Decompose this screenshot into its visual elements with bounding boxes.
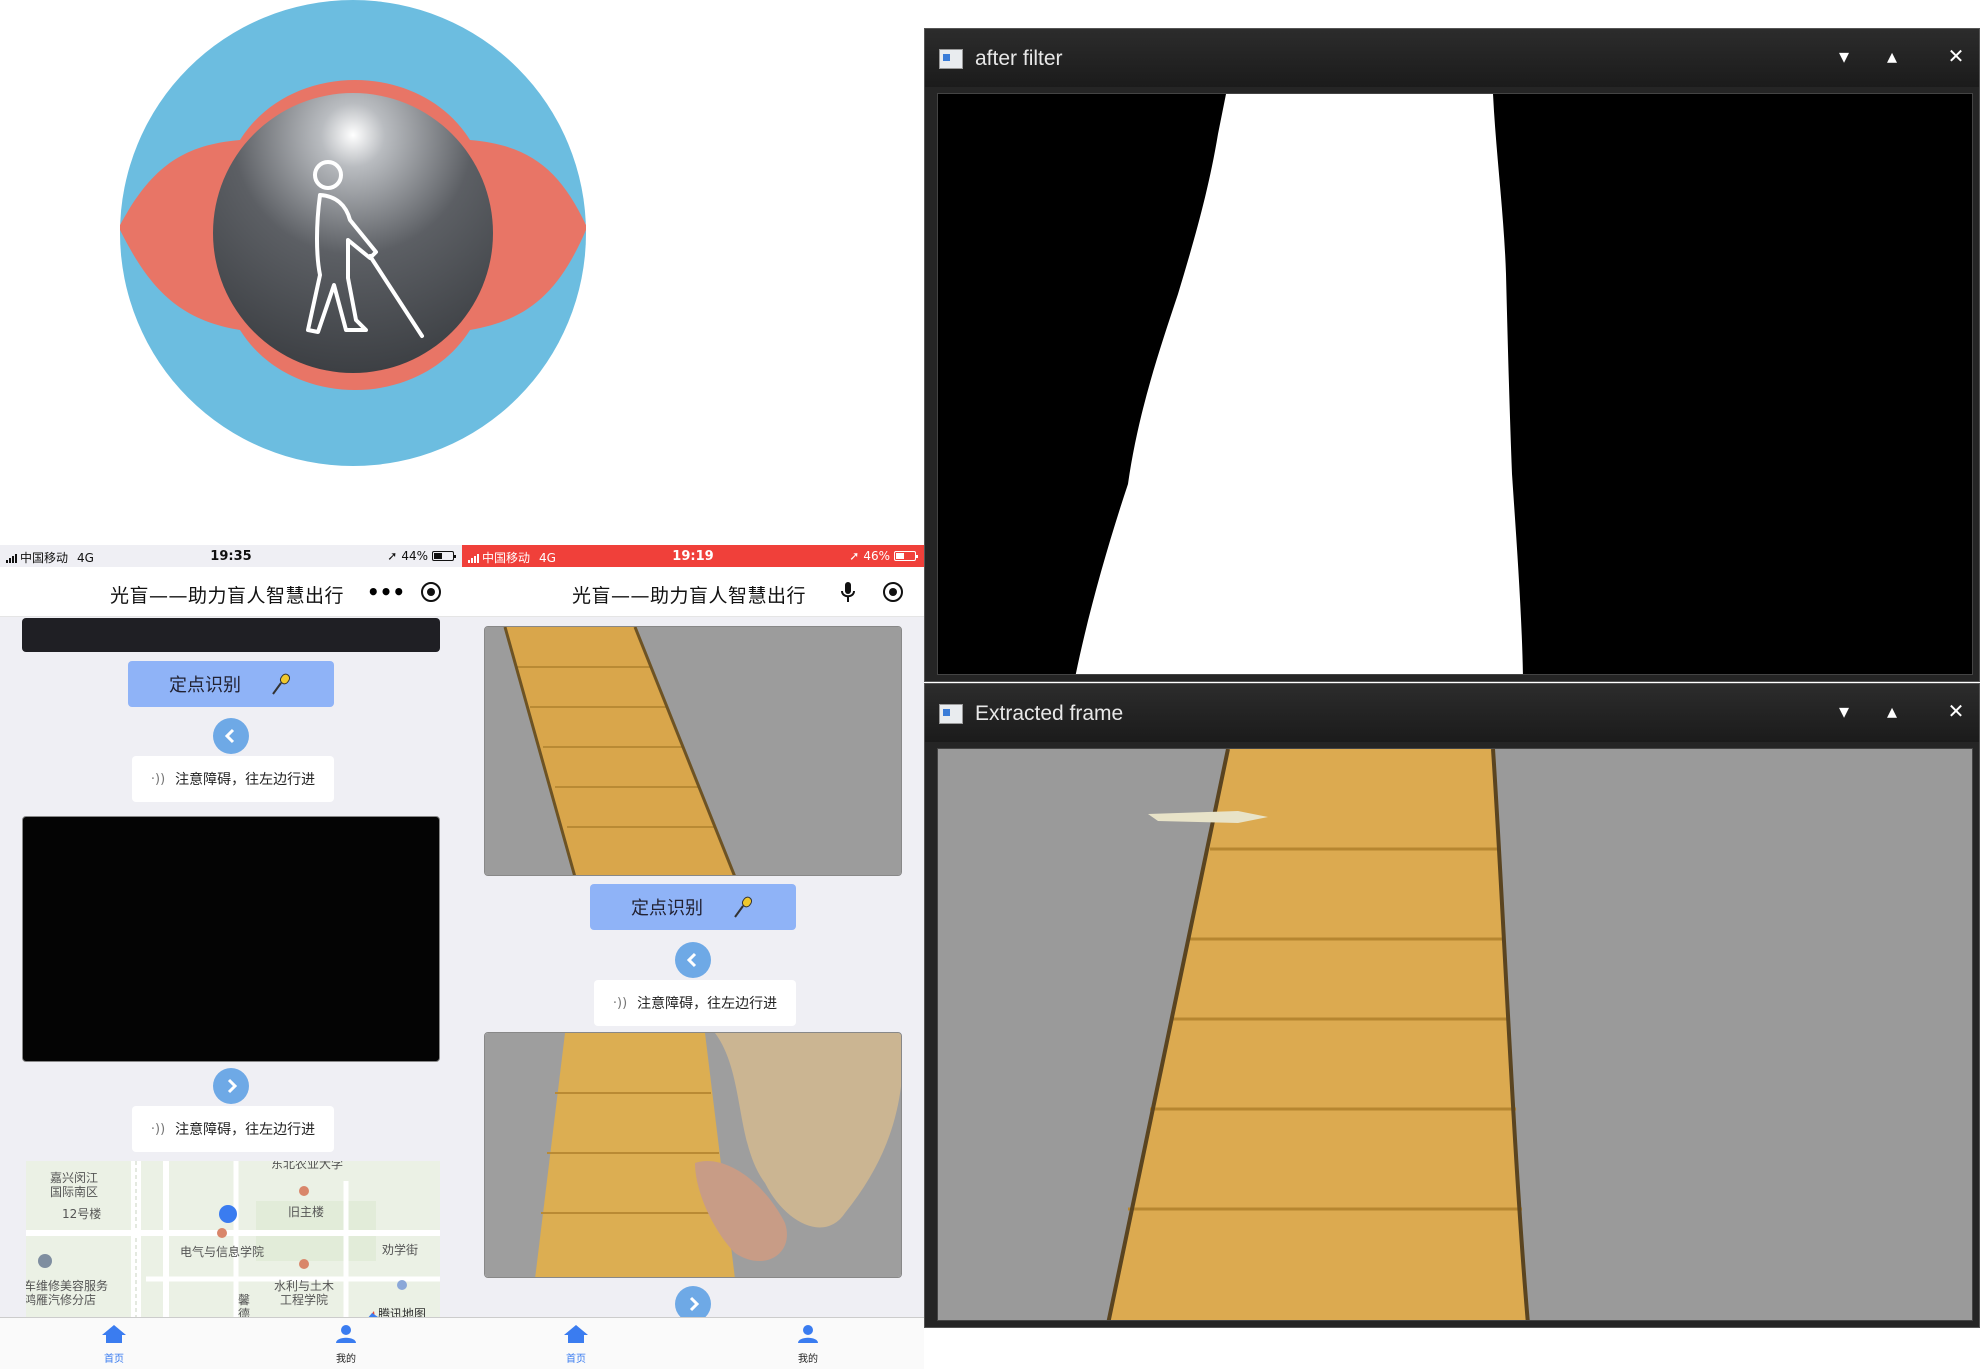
tab-bar: 首页 我的 — [462, 1317, 924, 1369]
home-icon — [564, 1325, 588, 1343]
map-label: 劝学街 — [382, 1243, 419, 1257]
page-title: 光盲——助力盲人智慧出行 — [110, 585, 345, 607]
page-title: 光盲——助力盲人智慧出行 — [572, 585, 807, 607]
location-icon: ➚ — [387, 549, 398, 563]
more-menu-icon[interactable]: ••• — [367, 579, 405, 605]
window-title: Extracted frame — [975, 702, 1124, 725]
chevron-right-icon — [689, 1296, 700, 1312]
map-label: 国际南区 — [50, 1185, 99, 1199]
notice-text: 注意障碍，往左边行进 — [175, 772, 316, 788]
window-extracted-frame[interactable]: Extracted frame ▾ ▴ ✕ — [924, 683, 1980, 1328]
user-icon — [336, 1325, 356, 1343]
scroll-down-icon[interactable]: ▾ — [1829, 41, 1859, 71]
map-label: 电气与信息学院 — [180, 1245, 265, 1259]
camera-preview-dark — [22, 816, 440, 1062]
obstacle-notice: ·)) 注意障碍，往左边行进 — [132, 756, 334, 802]
extracted-frame-view — [937, 748, 1973, 1321]
speaker-wave-icon: ·)) — [150, 1121, 166, 1137]
nav-bar: 光盲——助力盲人智慧出行 ••• — [0, 567, 462, 617]
tab-mine-label: 我的 — [336, 1354, 356, 1365]
window-titlebar[interactable]: Extracted frame ▾ ▴ ✕ — [925, 684, 1979, 742]
next-arrow-button[interactable] — [675, 1286, 711, 1317]
scroll-down-icon[interactable]: ▾ — [1829, 696, 1859, 726]
locate-button[interactable]: 定点识别 — [590, 884, 796, 930]
microphone-icon — [272, 673, 291, 695]
microphone-nav-icon[interactable] — [834, 579, 862, 605]
window-app-icon — [939, 704, 963, 724]
prev-arrow-button[interactable] — [213, 718, 249, 754]
tab-home-label: 首页 — [566, 1354, 586, 1365]
map-label: 鸿雁汽修分店 — [26, 1293, 97, 1307]
composite-figure: 中国移动 4G 19:35 ➚ 44% 光盲——助力盲人智慧出行 ••• 定点识… — [0, 0, 1980, 1369]
tactile-paving-photo-with-hand — [484, 1032, 902, 1278]
map-brand-label: 腾讯地图 — [378, 1307, 427, 1317]
tab-home-label: 首页 — [104, 1354, 124, 1365]
locate-button-label: 定点识别 — [631, 898, 703, 919]
tab-home[interactable]: 首页 — [84, 1324, 144, 1365]
battery-percent: 46% — [863, 549, 890, 563]
chevron-left-icon — [224, 728, 235, 744]
battery-percent: 44% — [401, 549, 428, 563]
notice-text: 注意障碍，往左边行进 — [637, 996, 778, 1012]
next-arrow-button[interactable] — [213, 1068, 249, 1104]
speaker-wave-icon: ·)) — [612, 995, 628, 1011]
speaker-wave-icon: ·)) — [150, 771, 166, 787]
chevron-right-icon — [227, 1078, 238, 1094]
status-bar: 中国移动 4G 19:35 ➚ 44% — [0, 545, 462, 567]
binary-mask-view — [937, 93, 1973, 675]
tab-mine[interactable]: 我的 — [316, 1324, 376, 1365]
tab-home[interactable]: 首页 — [546, 1324, 606, 1365]
scroll-content[interactable]: 定点识别 ·)) 注意障碍，往左边行进 — [462, 618, 924, 1317]
app-logo — [120, 0, 586, 466]
tab-bar: 首页 我的 — [0, 1317, 462, 1369]
notice-text: 注意障碍，往左边行进 — [175, 1122, 316, 1138]
obstacle-notice: ·)) 注意障碍，往左边行进 — [594, 980, 796, 1026]
map-label: 工程学院 — [280, 1293, 329, 1307]
window-titlebar[interactable]: after filter ▾ ▴ ✕ — [925, 29, 1979, 87]
window-title: after filter — [975, 47, 1063, 70]
nav-bar: 光盲——助力盲人智慧出行 — [462, 567, 924, 617]
close-target-icon[interactable] — [418, 579, 444, 605]
chevron-left-icon — [686, 952, 697, 968]
battery-icon — [894, 551, 918, 561]
scroll-content[interactable]: 定点识别 ·)) 注意障碍，往左边行进 ·)) 注意障碍，往左边行进 东北农业大… — [0, 618, 462, 1317]
close-icon[interactable]: ✕ — [1941, 696, 1971, 726]
status-bar: 中国移动 4G 19:19 ➚ 46% — [462, 545, 924, 567]
camera-preview-top — [22, 618, 440, 652]
close-icon[interactable]: ✕ — [1941, 41, 1971, 71]
scroll-up-icon[interactable]: ▴ — [1877, 696, 1907, 726]
map-label: 东北农业大学 — [271, 1161, 344, 1171]
phone-screen-left: 中国移动 4G 19:35 ➚ 44% 光盲——助力盲人智慧出行 ••• 定点识… — [0, 545, 462, 1369]
window-after-filter[interactable]: after filter ▾ ▴ ✕ — [924, 28, 1980, 682]
microphone-icon — [734, 896, 753, 918]
battery-icon — [432, 551, 456, 561]
phone-screen-right: 中国移动 4G 19:19 ➚ 46% 光盲——助力盲人智慧出行 定点识别 ·)… — [462, 545, 924, 1369]
window-app-icon — [939, 49, 963, 69]
tab-mine-label: 我的 — [798, 1354, 818, 1365]
obstacle-notice: ·)) 注意障碍，往左边行进 — [132, 1106, 334, 1152]
map-view[interactable]: 东北农业大学 嘉兴闵江 国际南区 12号楼 旧主楼 电气与信息学院 劝学街 车维… — [26, 1161, 440, 1317]
locate-button[interactable]: 定点识别 — [128, 661, 334, 707]
close-target-icon[interactable] — [880, 579, 906, 605]
tab-mine[interactable]: 我的 — [778, 1324, 838, 1365]
home-icon — [102, 1325, 126, 1343]
scroll-up-icon[interactable]: ▴ — [1877, 41, 1907, 71]
map-label: 德 — [238, 1307, 251, 1317]
map-label: 12号楼 — [62, 1207, 102, 1221]
location-icon: ➚ — [849, 549, 860, 563]
map-label: 旧主楼 — [288, 1205, 325, 1219]
tactile-paving-photo — [484, 626, 902, 876]
user-icon — [798, 1325, 818, 1343]
prev-arrow-button[interactable] — [675, 942, 711, 978]
locate-button-label: 定点识别 — [169, 675, 241, 696]
